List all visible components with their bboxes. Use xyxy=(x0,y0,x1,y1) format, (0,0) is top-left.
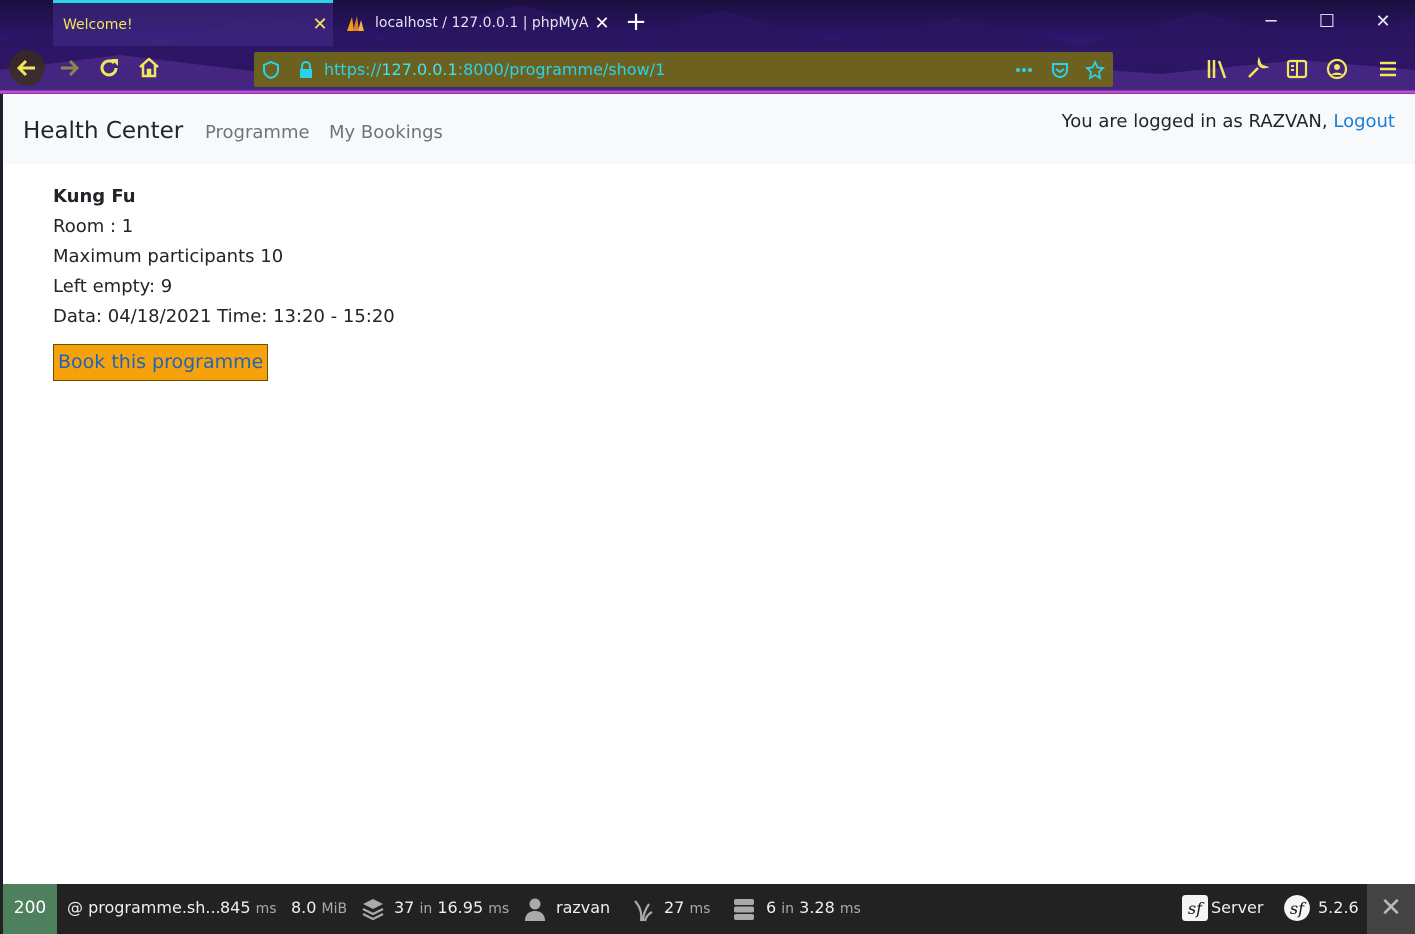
nav-my-bookings-link[interactable]: My Bookings xyxy=(329,122,443,143)
shield-icon[interactable] xyxy=(261,60,281,80)
reload-icon xyxy=(100,59,118,77)
url-text: https://127.0.0.1:8000/programme/show/1 xyxy=(324,60,666,79)
new-tab-button[interactable]: + xyxy=(622,8,650,36)
library-icon[interactable] xyxy=(1205,57,1229,81)
reader-view-icon[interactable] xyxy=(1285,57,1309,81)
nav-programme-link[interactable]: Programme xyxy=(205,122,310,143)
site-navbar: Health Center Programme My Bookings You … xyxy=(3,94,1415,164)
request-time[interactable]: 845 ms xyxy=(220,898,277,917)
database-icon xyxy=(734,899,754,920)
minimize-icon[interactable]: ─ xyxy=(1256,10,1286,34)
database-queries[interactable]: 6 in 3.28 ms xyxy=(766,898,861,917)
tab-welcome[interactable]: Welcome! ✕ xyxy=(53,0,333,46)
programme-name: Kung Fu xyxy=(53,186,136,207)
symfony-version[interactable]: 5.2.6 xyxy=(1318,898,1359,917)
programme-left-empty: Left empty: 9 xyxy=(53,276,173,297)
home-button[interactable] xyxy=(131,50,167,86)
symfony-server-icon: sf xyxy=(1182,895,1208,921)
twig-icon xyxy=(634,900,653,922)
page-content: Health Center Programme My Bookings You … xyxy=(0,94,1415,884)
forward-button[interactable] xyxy=(51,50,87,86)
tab-phpmyadmin[interactable]: localhost / 127.0.0.1 | phpMyAdmin ✕ xyxy=(333,0,615,46)
window-close-icon[interactable]: ✕ xyxy=(1368,10,1398,34)
forward-arrow-icon xyxy=(61,59,80,77)
back-button[interactable] xyxy=(9,50,45,86)
programme-max-participants: Maximum participants 10 xyxy=(53,246,284,267)
pocket-icon[interactable] xyxy=(1050,60,1070,80)
symfony-debug-toolbar: 200 @ programme.sh... 845 ms 8.0 MiB 37 … xyxy=(0,884,1415,934)
programme-datetime: Data: 04/18/2021 Time: 13:20 - 15:20 xyxy=(53,306,395,327)
menu-icon[interactable] xyxy=(1376,57,1400,81)
tab-title: localhost / 127.0.0.1 | phpMyAdmin xyxy=(375,15,589,31)
twig-render-time[interactable]: 27 ms xyxy=(664,898,710,917)
brand-link[interactable]: Health Center xyxy=(23,118,183,144)
security-user[interactable]: razvan xyxy=(556,898,610,917)
maximize-icon[interactable]: ☐ xyxy=(1312,10,1342,34)
phpmyadmin-favicon-icon xyxy=(347,16,364,31)
programme-room: Room : 1 xyxy=(53,216,134,237)
status-code-badge[interactable]: 200 xyxy=(3,884,57,934)
page-actions-icon[interactable] xyxy=(1014,60,1034,80)
reload-button[interactable] xyxy=(91,50,127,86)
tab-title: Welcome! xyxy=(63,16,133,33)
hide-toolbar-icon[interactable]: ✕ xyxy=(1367,884,1415,934)
address-bar[interactable]: https://127.0.0.1:8000/programme/show/1 xyxy=(254,52,1113,87)
bookmark-star-icon[interactable] xyxy=(1085,60,1105,80)
account-icon[interactable] xyxy=(1325,57,1349,81)
logged-in-text: You are logged in as RAZVAN, xyxy=(1061,111,1328,132)
cache-layers-icon xyxy=(362,899,384,921)
route-name[interactable]: @ programme.sh... xyxy=(67,898,221,917)
cache-stats[interactable]: 37 in 16.95 ms xyxy=(394,898,509,917)
book-programme-button[interactable]: Book this programme xyxy=(53,344,269,381)
wrench-icon[interactable] xyxy=(1245,57,1269,81)
user-icon xyxy=(525,898,545,921)
logout-link[interactable]: Logout xyxy=(1333,111,1395,132)
home-icon xyxy=(139,57,159,78)
memory-usage[interactable]: 8.0 MiB xyxy=(291,898,347,917)
login-status: You are logged in as RAZVAN, Logout xyxy=(1062,111,1395,132)
back-arrow-icon xyxy=(16,59,35,77)
close-tab-icon[interactable]: ✕ xyxy=(589,13,615,34)
browser-chrome: Welcome! ✕ localhost / 127.0.0.1 | phpMy… xyxy=(0,0,1415,94)
programme-details: Kung Fu Room : 1 Maximum participants 10… xyxy=(53,182,395,332)
symfony-logo-icon: sf xyxy=(1284,895,1310,921)
server-info[interactable]: Server xyxy=(1211,898,1263,917)
close-tab-icon[interactable]: ✕ xyxy=(307,14,333,35)
lock-icon[interactable] xyxy=(296,60,316,80)
